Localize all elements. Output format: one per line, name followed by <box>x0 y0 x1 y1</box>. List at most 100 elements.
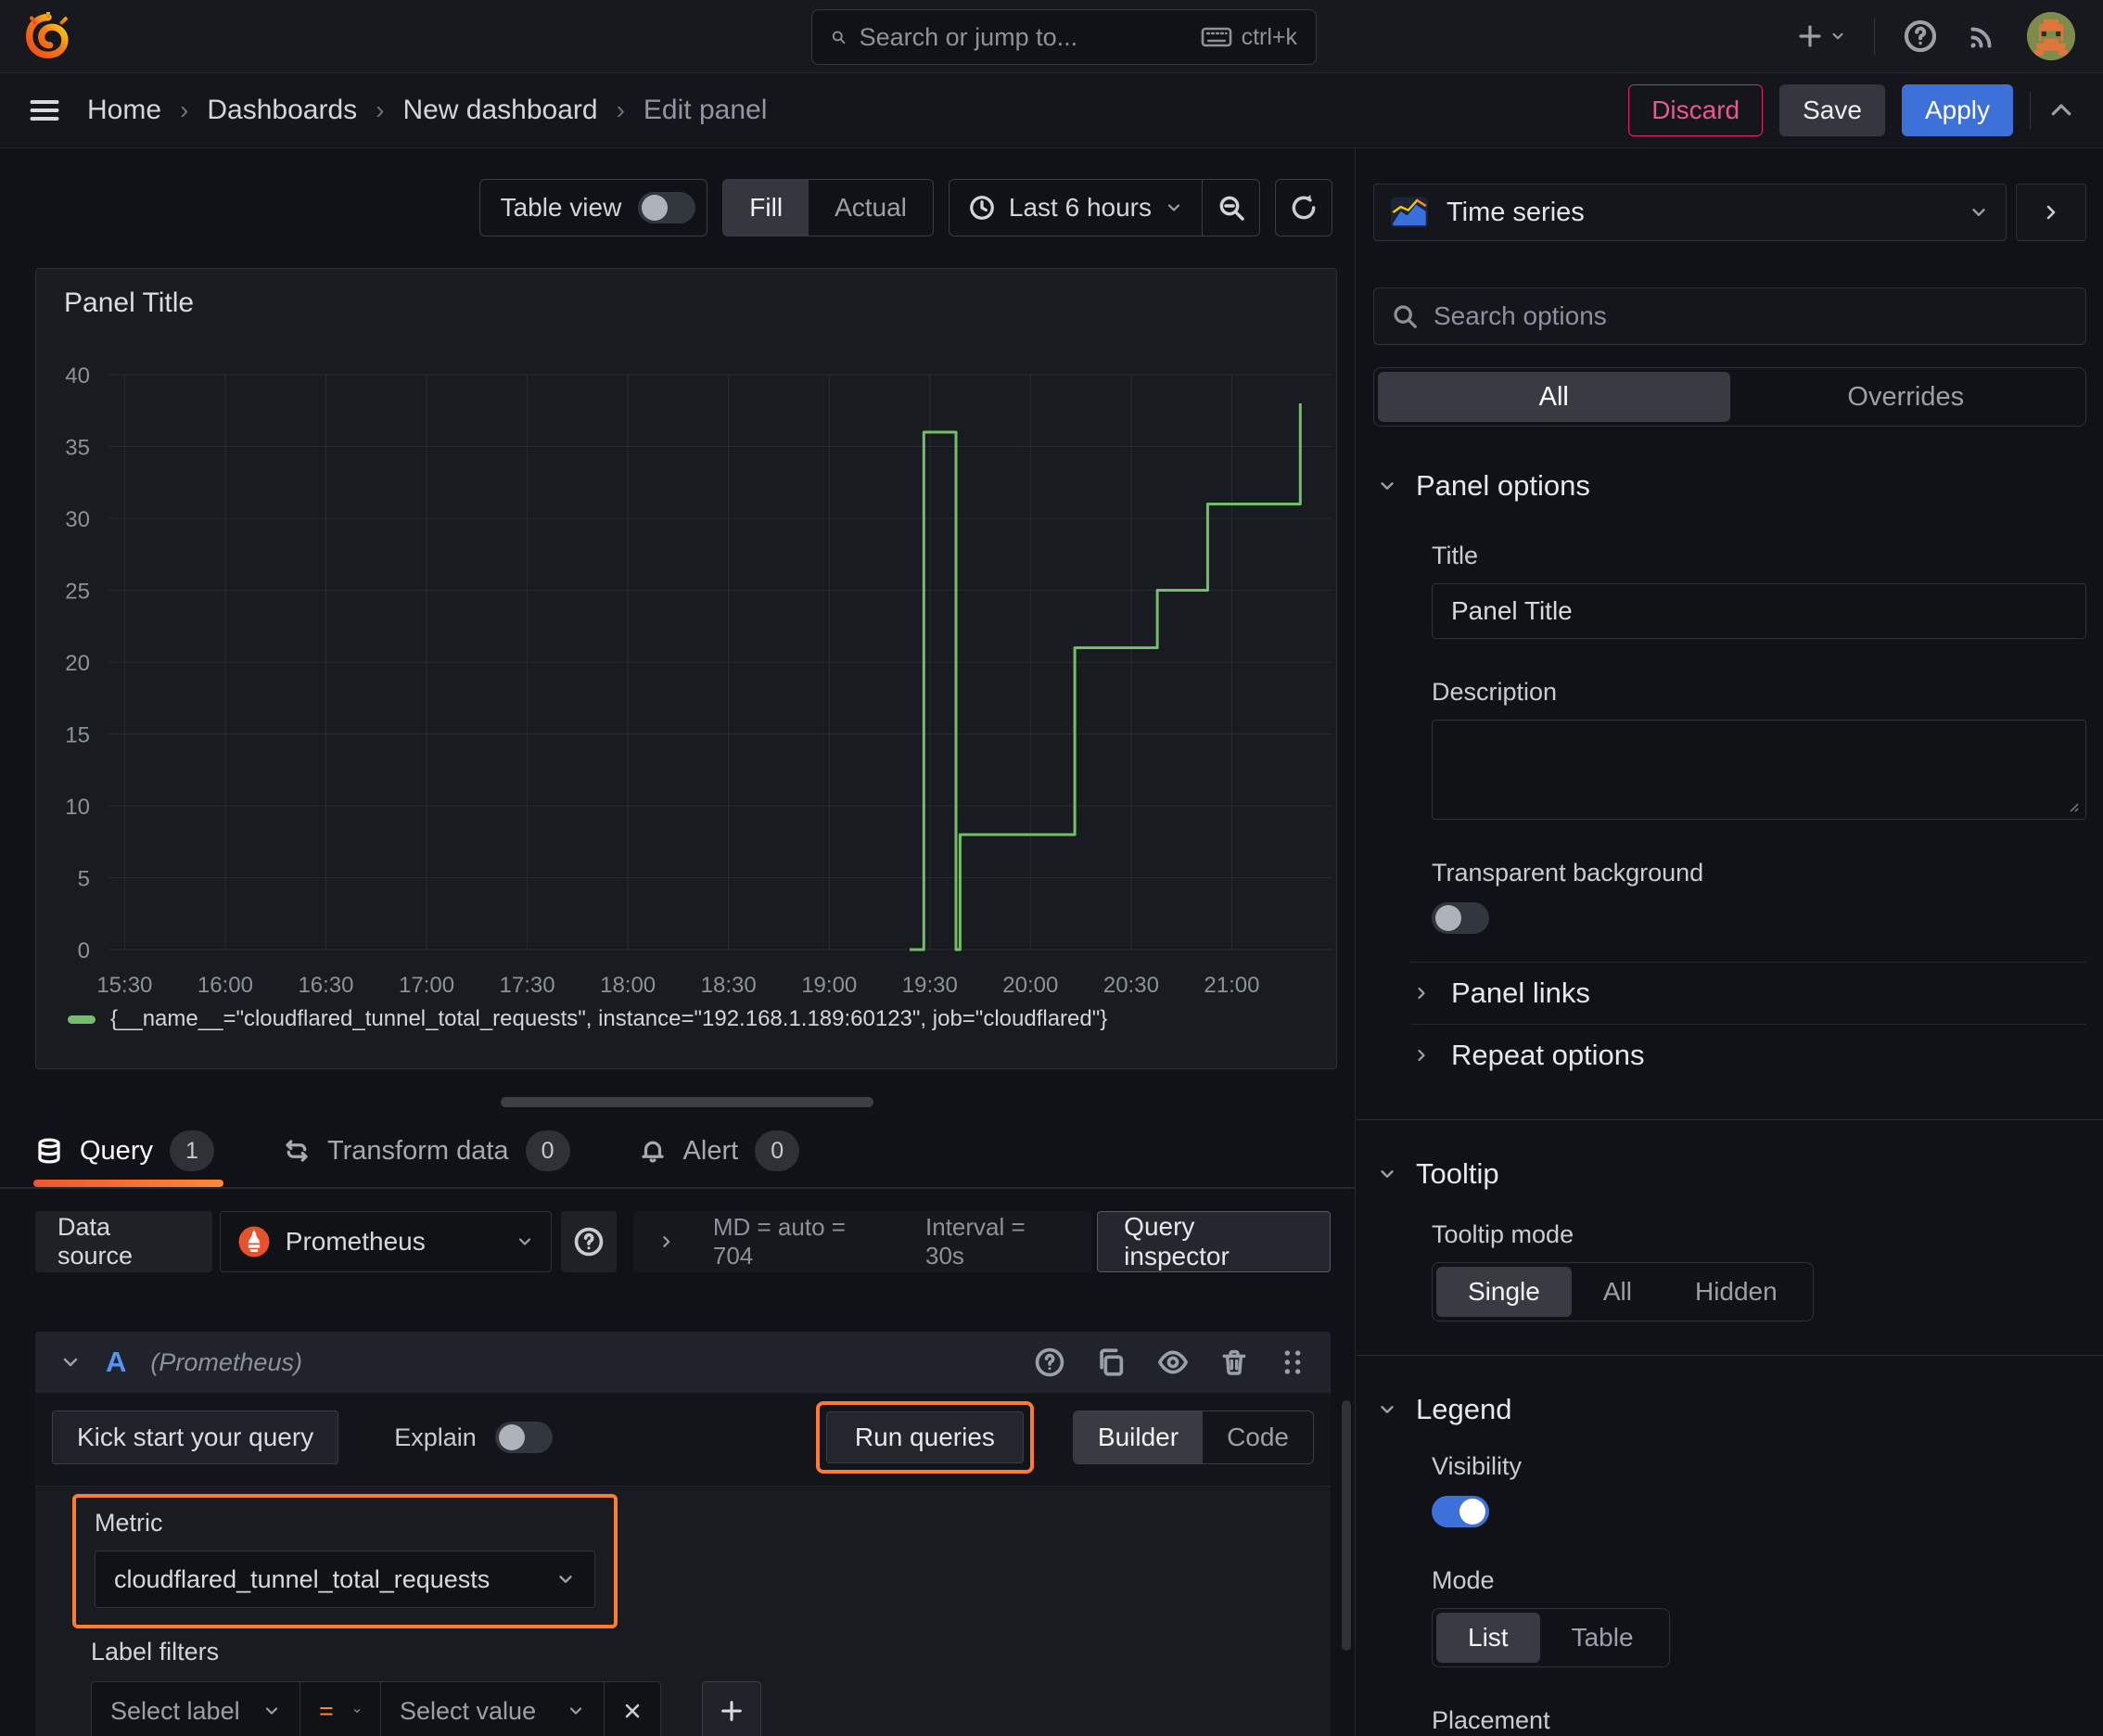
keyboard-icon <box>1201 27 1231 47</box>
transform-count-badge: 0 <box>525 1130 570 1171</box>
query-scrollbar[interactable] <box>1342 1400 1351 1651</box>
breadcrumb-dashboards[interactable]: Dashboards <box>207 95 357 126</box>
delete-query-trash-icon[interactable] <box>1219 1347 1249 1378</box>
fill-option[interactable]: Fill <box>723 180 809 236</box>
avatar[interactable] <box>2027 12 2075 60</box>
query-help-icon[interactable] <box>1034 1347 1065 1378</box>
kick-start-query-button[interactable]: Kick start your query <box>52 1410 339 1464</box>
apply-button[interactable]: Apply <box>1901 84 2013 136</box>
legend-section-header[interactable]: Legend <box>1373 1393 2086 1426</box>
svg-text:10: 10 <box>65 795 90 820</box>
builder-option[interactable]: Builder <box>1073 1411 1204 1463</box>
builder-code-switch: Builder Code <box>1072 1410 1314 1464</box>
drag-handle-grip-icon[interactable] <box>1279 1347 1306 1378</box>
metric-select[interactable]: cloudflared_tunnel_total_requests <box>95 1551 595 1608</box>
splitter-handle[interactable] <box>501 1097 873 1107</box>
tab-query[interactable]: Query 1 <box>33 1115 223 1187</box>
options-search[interactable] <box>1373 287 2086 345</box>
description-textarea[interactable] <box>1432 720 2086 820</box>
run-queries-button[interactable]: Run queries <box>825 1411 1024 1463</box>
datasource-picker[interactable]: Prometheus <box>219 1211 552 1272</box>
time-series-chart[interactable]: 0 5 10 15 20 25 30 35 40 15:30 16:00 16:30 17:00 17:3… <box>36 269 1336 1002</box>
explain-toggle[interactable] <box>494 1422 553 1453</box>
save-button[interactable]: Save <box>1779 84 1885 136</box>
code-option[interactable]: Code <box>1203 1411 1313 1463</box>
tab-transform-data[interactable]: Transform data 0 <box>283 1115 570 1187</box>
time-range-picker[interactable]: Last 6 hours <box>950 180 1202 236</box>
tooltip-single-option[interactable]: Single <box>1436 1267 1572 1317</box>
toggle-visibility-eye-icon[interactable] <box>1156 1347 1190 1378</box>
chevron-down-icon <box>518 1238 530 1245</box>
refresh-button[interactable] <box>1275 179 1332 236</box>
operator-dropdown[interactable]: = <box>300 1681 381 1736</box>
tooltip-mode-switch: Single All Hidden <box>1432 1262 1814 1321</box>
label-filters-section: Label filters Select label = Select valu… <box>91 1638 1331 1736</box>
query-options-summary[interactable]: MD = auto = 704 Interval = 30s <box>633 1211 1092 1272</box>
news-rss-icon[interactable] <box>1966 19 1999 53</box>
top-nav-bar: ctrl+k <box>0 0 2103 73</box>
svg-text:16:00: 16:00 <box>198 973 253 998</box>
tab-all[interactable]: All <box>1378 372 1730 422</box>
select-value-dropdown[interactable]: Select value <box>380 1681 605 1736</box>
menu-icon[interactable] <box>28 94 61 127</box>
tab-overrides[interactable]: Overrides <box>1730 372 2083 422</box>
query-ref-id[interactable]: A <box>106 1346 126 1379</box>
breadcrumb-new-dashboard[interactable]: New dashboard <box>402 95 597 126</box>
plus-icon <box>1799 25 1821 47</box>
svg-text:17:00: 17:00 <box>399 973 454 998</box>
tooltip-hidden-option[interactable]: Hidden <box>1663 1267 1809 1317</box>
chevron-down-icon <box>559 1576 572 1583</box>
actual-option[interactable]: Actual <box>809 180 933 236</box>
svg-text:0: 0 <box>78 938 90 964</box>
panel-options-section-header[interactable]: Panel options <box>1373 469 2086 503</box>
chevron-down-icon <box>1972 209 1985 216</box>
legend-mode-table-option[interactable]: Table <box>1540 1613 1665 1663</box>
transparent-background-toggle[interactable] <box>1432 902 1489 934</box>
breadcrumb-home[interactable]: Home <box>87 95 161 126</box>
resize-handle-icon[interactable] <box>2065 798 2080 813</box>
remove-filter-button[interactable] <box>604 1681 661 1736</box>
select-label-dropdown[interactable]: Select label <box>91 1681 300 1736</box>
repeat-options-section-header[interactable]: Repeat options <box>1373 1025 2086 1086</box>
chevron-right-icon <box>2046 205 2056 220</box>
global-search[interactable]: ctrl+k <box>811 9 1317 65</box>
panel-title[interactable]: Panel Title <box>64 287 194 319</box>
breadcrumb: Home › Dashboards › New dashboard › Edit… <box>87 95 767 126</box>
query-inspector-button[interactable]: Query inspector <box>1097 1211 1332 1272</box>
datasource-row: Data source Prometheus MD = auto = 704 I… <box>35 1211 1332 1272</box>
chart-legend[interactable]: {__name__="cloudflared_tunnel_total_requ… <box>68 1006 1107 1032</box>
help-icon[interactable] <box>1903 19 1938 54</box>
toggle-viz-suggestions-button[interactable] <box>2016 184 2086 241</box>
legend-mode-list-option[interactable]: List <box>1436 1613 1540 1663</box>
datasource-help-button[interactable] <box>560 1211 618 1272</box>
table-view-toggle[interactable] <box>638 192 696 223</box>
svg-text:19:30: 19:30 <box>902 973 958 998</box>
title-field-label: Title <box>1432 542 1479 569</box>
panel-title-input[interactable] <box>1432 583 2086 639</box>
search-input[interactable] <box>859 22 1188 52</box>
duplicate-query-icon[interactable] <box>1095 1347 1127 1378</box>
collapse-query-chevron-icon[interactable] <box>59 1351 82 1373</box>
grafana-logo-icon[interactable] <box>24 12 72 60</box>
chevron-down-icon <box>569 1707 582 1715</box>
tooltip-all-option[interactable]: All <box>1572 1267 1663 1317</box>
tab-alert[interactable]: Alert 0 <box>639 1115 800 1187</box>
zoom-out-button[interactable] <box>1202 180 1259 236</box>
options-search-input[interactable] <box>1434 301 2069 331</box>
chevron-down-icon <box>353 1709 360 1713</box>
explain-label: Explain <box>394 1423 477 1451</box>
svg-text:16:30: 16:30 <box>298 973 353 998</box>
add-filter-button[interactable] <box>702 1681 761 1736</box>
visualization-picker[interactable]: Time series <box>1373 184 2007 241</box>
discard-button[interactable]: Discard <box>1628 84 1764 136</box>
legend-visibility-toggle[interactable] <box>1432 1496 1489 1527</box>
zoom-out-icon <box>1219 196 1244 221</box>
collapse-chevron-up-icon[interactable] <box>2047 96 2075 124</box>
breadcrumb-current: Edit panel <box>643 95 768 125</box>
chevron-down-icon <box>265 1707 278 1715</box>
tooltip-section-header[interactable]: Tooltip <box>1373 1157 2086 1191</box>
svg-text:21:00: 21:00 <box>1204 973 1259 998</box>
new-button[interactable] <box>1796 22 1846 50</box>
panel-links-section-header[interactable]: Panel links <box>1373 963 2086 1024</box>
plus-icon <box>721 1701 742 1721</box>
